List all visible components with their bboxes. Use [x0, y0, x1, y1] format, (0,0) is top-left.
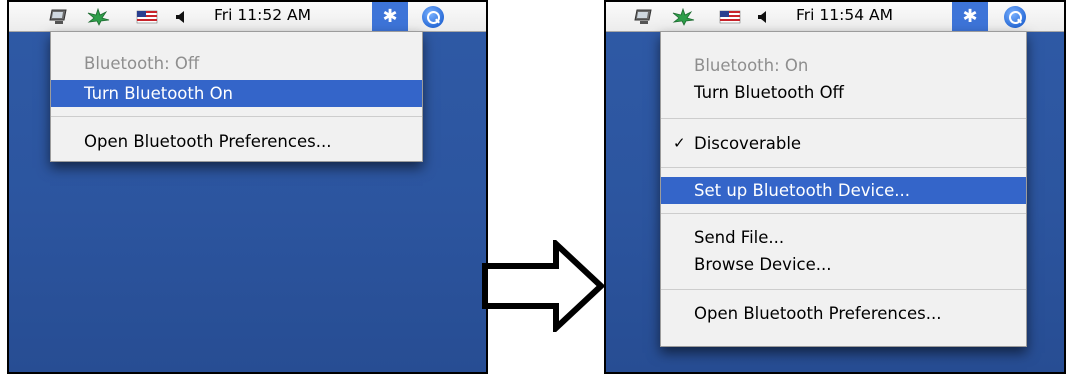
- bluetooth-icon[interactable]: ✱: [372, 2, 408, 32]
- menu-clock[interactable]: Fri 11:52 AM: [214, 6, 311, 24]
- open-bluetooth-preferences-item[interactable]: Open Bluetooth Preferences...: [51, 128, 422, 155]
- desktop-before: Fri 11:52 AM ✱ Bluetooth: Off Turn Bluet…: [7, 0, 488, 374]
- menu-separator: [51, 116, 422, 117]
- menu-separator: [661, 118, 1026, 119]
- monitor-icon[interactable]: [634, 8, 654, 26]
- checkmark-icon: ✓: [673, 134, 686, 152]
- flag-icon[interactable]: [136, 8, 158, 26]
- volume-icon[interactable]: [174, 8, 188, 26]
- set-up-bluetooth-device-item[interactable]: Set up Bluetooth Device...: [661, 177, 1026, 204]
- bluetooth-menu: Bluetooth: Off Turn Bluetooth On Open Bl…: [50, 31, 423, 162]
- menu-separator: [661, 167, 1026, 168]
- discoverable-label: Discoverable: [694, 134, 802, 153]
- menu-separator: [661, 289, 1026, 290]
- browse-device-item[interactable]: Browse Device...: [661, 251, 1026, 278]
- bluetooth-status: Bluetooth: On: [694, 56, 809, 75]
- menu-bar: Fri 11:54 AM ✱: [606, 2, 1064, 32]
- bluetooth-menu: Bluetooth: On Turn Bluetooth Off ✓ Disco…: [660, 31, 1027, 347]
- bluetooth-icon[interactable]: ✱: [952, 2, 988, 32]
- send-file-item[interactable]: Send File...: [661, 224, 1026, 251]
- spotlight-icon[interactable]: [1004, 6, 1026, 28]
- open-bluetooth-preferences-item[interactable]: Open Bluetooth Preferences...: [661, 300, 1026, 327]
- spotlight-icon[interactable]: [422, 6, 444, 28]
- leaf-icon[interactable]: [86, 8, 110, 26]
- turn-bluetooth-on-item[interactable]: Turn Bluetooth On: [51, 80, 422, 107]
- turn-bluetooth-off-item[interactable]: Turn Bluetooth Off: [661, 79, 1026, 106]
- menu-clock[interactable]: Fri 11:54 AM: [796, 6, 893, 24]
- desktop-after: Fri 11:54 AM ✱ Bluetooth: On Turn Blueto…: [604, 0, 1066, 374]
- menu-bar: Fri 11:52 AM ✱: [9, 2, 486, 32]
- discoverable-item[interactable]: ✓ Discoverable: [661, 130, 1026, 157]
- menu-separator: [661, 213, 1026, 214]
- arrow-right-icon: [482, 240, 606, 332]
- flag-icon[interactable]: [719, 8, 741, 26]
- volume-icon[interactable]: [756, 8, 770, 26]
- monitor-icon[interactable]: [49, 8, 69, 26]
- leaf-icon[interactable]: [671, 8, 695, 26]
- bluetooth-status: Bluetooth: Off: [84, 54, 200, 73]
